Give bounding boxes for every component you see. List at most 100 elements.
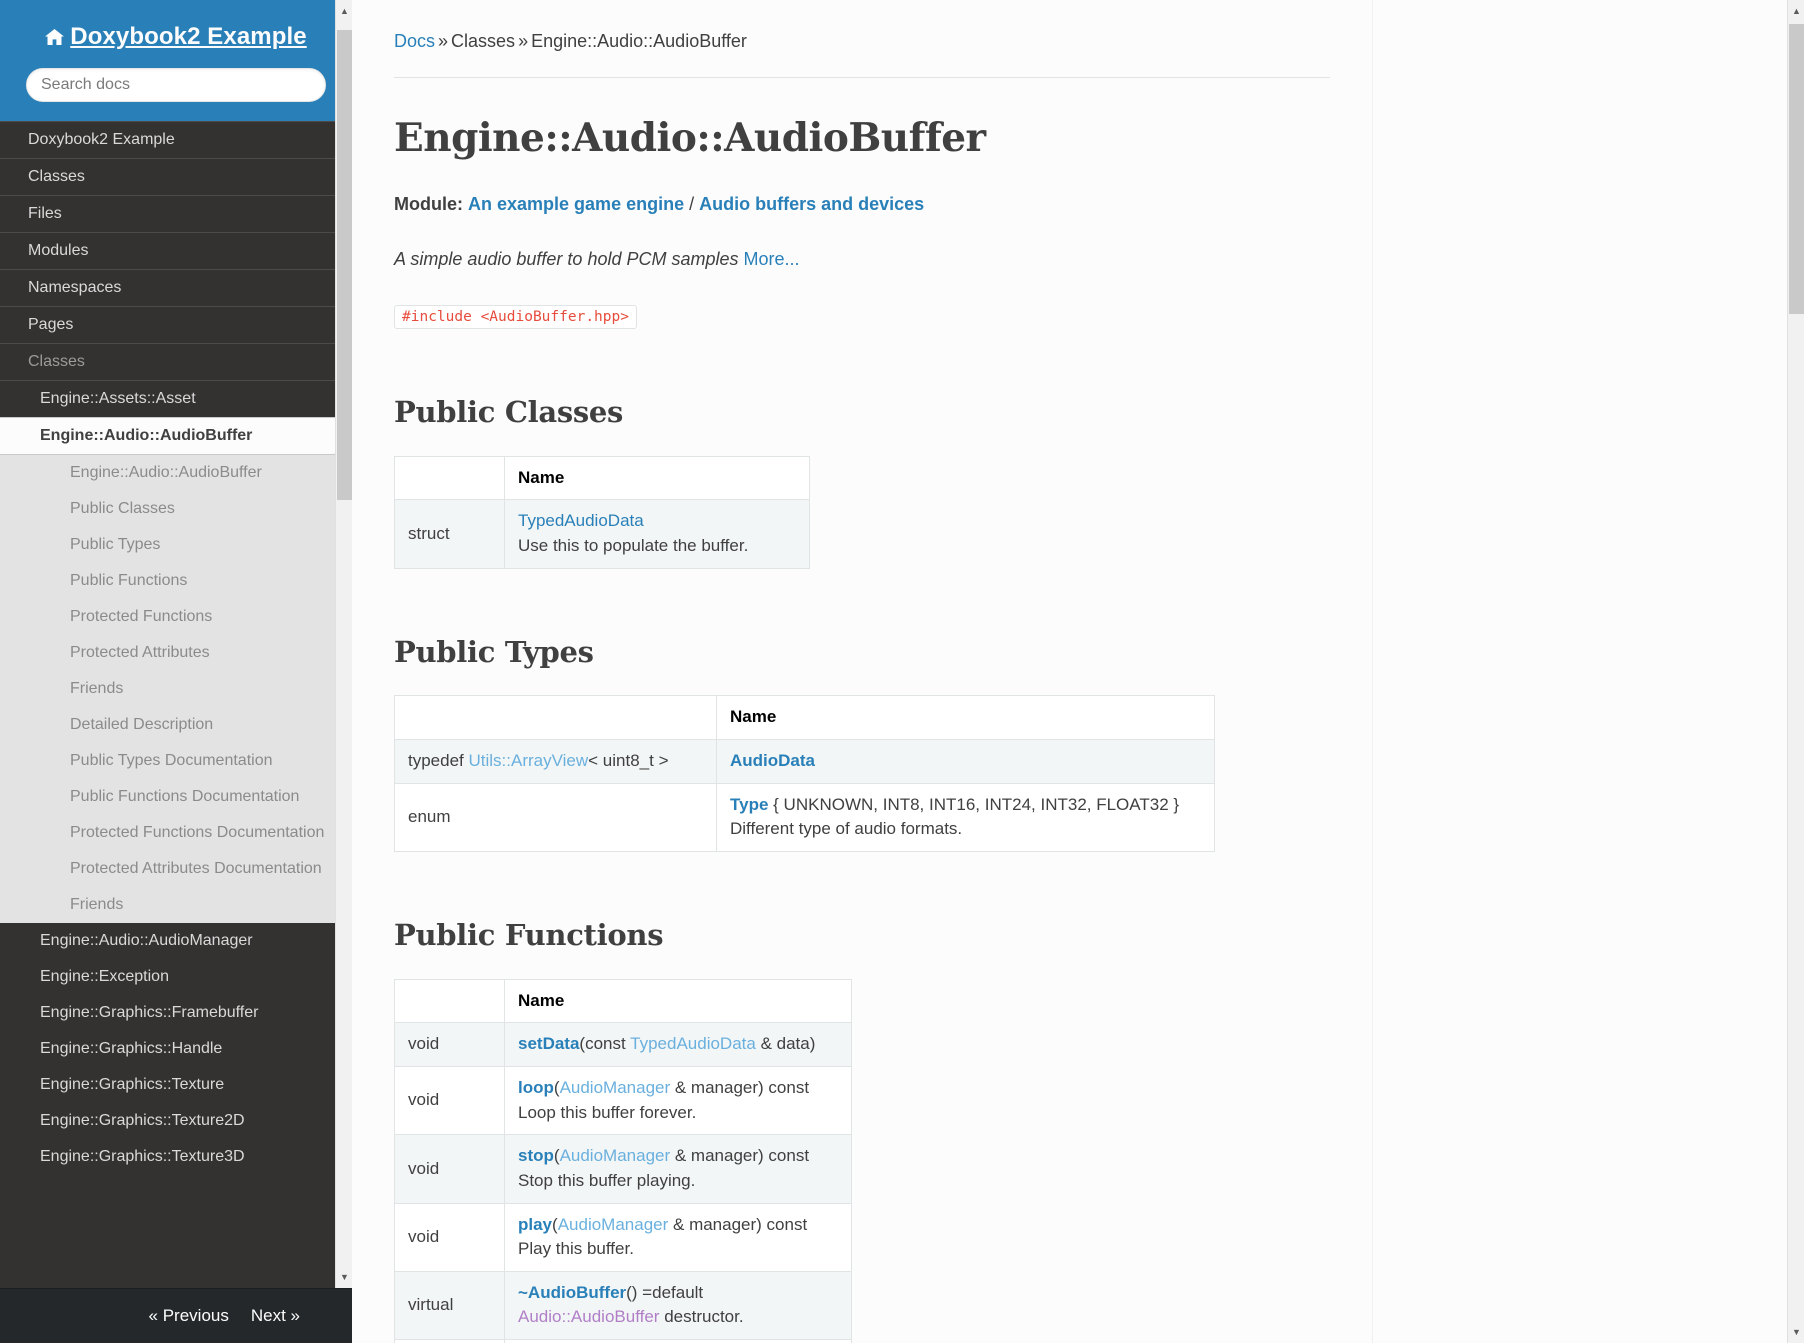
sidebar-link[interactable]: Namespaces bbox=[0, 269, 352, 308]
sidebar-subitem-public-types-documentation[interactable]: Public Types Documentation bbox=[0, 743, 352, 779]
function-link-play[interactable]: play bbox=[518, 1215, 552, 1234]
param-link-audiomanager[interactable]: AudioManager bbox=[560, 1078, 671, 1097]
breadcrumb-home-link[interactable]: Docs bbox=[394, 31, 435, 51]
sidebar-item-modules[interactable]: Modules bbox=[0, 232, 352, 271]
sidebar-sublink[interactable]: Detailed Description bbox=[0, 707, 352, 743]
page-scroll-up-icon[interactable]: ▲ bbox=[1788, 0, 1804, 22]
column-header-name: Name bbox=[504, 455, 810, 501]
sidebar-item-engine-exception[interactable]: Engine::Exception bbox=[0, 959, 352, 995]
sidebar-item-classes[interactable]: Classes bbox=[0, 158, 352, 197]
sidebar-subitem-public-types[interactable]: Public Types bbox=[0, 527, 352, 563]
sidebar-sublink[interactable]: Protected Attributes Documentation bbox=[0, 851, 352, 887]
sidebar-item-engine-assets-asset[interactable]: Engine::Assets::Asset bbox=[0, 381, 352, 417]
sidebar-link[interactable]: Classes bbox=[0, 158, 352, 197]
page-scrollbar[interactable]: ▲ ▼ bbox=[1787, 0, 1804, 1343]
sidebar-item-engine-graphics-framebuffer[interactable]: Engine::Graphics::Framebuffer bbox=[0, 995, 352, 1031]
function-link-setdata[interactable]: setData bbox=[518, 1034, 579, 1053]
sidebar-link[interactable]: Engine::Assets::Asset bbox=[0, 381, 352, 417]
sidebar-link[interactable]: Engine::Graphics::Texture3D bbox=[0, 1139, 352, 1175]
cell-name: Type { UNKNOWN, INT8, INT16, INT24, INT3… bbox=[716, 782, 1215, 852]
sidebar-scrollbar-thumb[interactable] bbox=[337, 30, 352, 500]
table-row: AudioBuffer(const std::string & filename… bbox=[394, 1339, 852, 1343]
more-link[interactable]: More... bbox=[744, 249, 800, 269]
column-header-name: Name bbox=[504, 978, 852, 1024]
sidebar-sublink[interactable]: Protected Functions Documentation bbox=[0, 815, 352, 851]
sidebar-item-engine-graphics-texture3d[interactable]: Engine::Graphics::Texture3D bbox=[0, 1139, 352, 1175]
sidebar-link[interactable]: Engine::Graphics::Texture2D bbox=[0, 1103, 352, 1139]
sidebar-item-files[interactable]: Files bbox=[0, 195, 352, 234]
cell-name: TypedAudioData Use this to populate the … bbox=[504, 499, 810, 569]
param-link-audiomanager[interactable]: AudioManager bbox=[558, 1215, 669, 1234]
documentation-page: Doxybook2 Example Doxybook2 Example Clas… bbox=[0, 0, 1804, 1343]
type-link-audiodata[interactable]: AudioData bbox=[730, 751, 815, 770]
module-link-engine[interactable]: An example game engine bbox=[468, 194, 684, 214]
sidebar-subitem-protected-functions[interactable]: Protected Functions bbox=[0, 599, 352, 635]
class-link-typedaudiodata[interactable]: TypedAudioData bbox=[518, 511, 644, 530]
section-heading-public-classes: Public Classes bbox=[394, 394, 624, 429]
sidebar-subitem-detailed-description[interactable]: Detailed Description bbox=[0, 707, 352, 743]
previous-page-link[interactable]: « Previous bbox=[149, 1306, 229, 1326]
sidebar-item-engine-graphics-handle[interactable]: Engine::Graphics::Handle bbox=[0, 1031, 352, 1067]
sidebar-subitem-public-functions-documentation[interactable]: Public Functions Documentation bbox=[0, 779, 352, 815]
param-link-typedaudiodata[interactable]: TypedAudioData bbox=[630, 1034, 756, 1053]
sidebar-item-namespaces[interactable]: Namespaces bbox=[0, 269, 352, 308]
function-link-stop[interactable]: stop bbox=[518, 1146, 554, 1165]
sidebar-link[interactable]: Doxybook2 Example bbox=[0, 121, 352, 160]
type-link-type[interactable]: Type bbox=[730, 795, 768, 814]
sidebar-item-engine-graphics-texture2d[interactable]: Engine::Graphics::Texture2D bbox=[0, 1103, 352, 1139]
sidebar-subitem-protected-attributes-documentation[interactable]: Protected Attributes Documentation bbox=[0, 851, 352, 887]
sidebar-sublink[interactable]: Public Types bbox=[0, 527, 352, 563]
type-link-utils-arrayview[interactable]: Utils::ArrayView bbox=[469, 751, 589, 770]
sidebar-sublink[interactable]: Public Types Documentation bbox=[0, 743, 352, 779]
sidebar-link[interactable]: Engine::Exception bbox=[0, 959, 352, 995]
sidebar-subitem-friends[interactable]: Friends bbox=[0, 671, 352, 707]
page-scrollbar-thumb[interactable] bbox=[1789, 24, 1804, 314]
description-link-audio-audiobuffer[interactable]: Audio::AudioBuffer bbox=[518, 1307, 659, 1326]
sidebar-link[interactable]: Files bbox=[0, 195, 352, 234]
sidebar-subitem-public-functions[interactable]: Public Functions bbox=[0, 563, 352, 599]
function-link-loop[interactable]: loop bbox=[518, 1078, 554, 1097]
sidebar-sublink[interactable]: Public Functions bbox=[0, 563, 352, 599]
sidebar-subitem-public-classes[interactable]: Public Classes bbox=[0, 491, 352, 527]
page-scroll-down-icon[interactable]: ▼ bbox=[1788, 1321, 1804, 1343]
cell-description: Different type of audio formats. bbox=[730, 819, 963, 839]
sidebar-link[interactable]: Engine::Audio::AudioManager bbox=[0, 923, 352, 959]
sidebar-sublink[interactable]: Friends bbox=[0, 671, 352, 707]
sidebar-subitem-protected-attributes[interactable]: Protected Attributes bbox=[0, 635, 352, 671]
function-link-destructor[interactable]: ~AudioBuffer bbox=[518, 1283, 626, 1302]
section-heading-public-functions: Public Functions bbox=[394, 917, 664, 952]
search-input[interactable] bbox=[26, 68, 326, 103]
sidebar-item-doxybook2-example[interactable]: Doxybook2 Example bbox=[0, 121, 352, 160]
sidebar-sublink[interactable]: Friends bbox=[0, 887, 352, 923]
cell-name: loop(AudioManager & manager) const Loop … bbox=[504, 1065, 852, 1136]
sidebar-link[interactable]: Modules bbox=[0, 232, 352, 271]
sidebar-item-pages[interactable]: Pages bbox=[0, 306, 352, 345]
sidebar-subitem-friends-2[interactable]: Friends bbox=[0, 887, 352, 923]
sidebar-brand-link[interactable]: Doxybook2 Example bbox=[18, 18, 334, 52]
sidebar-sublink[interactable]: Protected Functions bbox=[0, 599, 352, 635]
sidebar-header: Doxybook2 Example bbox=[0, 0, 352, 123]
sidebar-sub-nav: Engine::Audio::AudioBuffer Public Classe… bbox=[0, 455, 352, 924]
sidebar-item-engine-audio-audiobuffer[interactable]: Engine::Audio::AudioBuffer Engine::Audio… bbox=[0, 417, 352, 924]
sidebar-sublink[interactable]: Protected Attributes bbox=[0, 635, 352, 671]
next-page-link[interactable]: Next » bbox=[251, 1306, 300, 1326]
sidebar-link-current[interactable]: Engine::Audio::AudioBuffer bbox=[0, 417, 352, 456]
sidebar-link[interactable]: Pages bbox=[0, 306, 352, 345]
sidebar-scrollbar[interactable]: ▲ ▼ bbox=[335, 0, 352, 1288]
scroll-up-icon[interactable]: ▲ bbox=[336, 0, 352, 22]
param-link-audiomanager[interactable]: AudioManager bbox=[560, 1146, 671, 1165]
sidebar-sublink[interactable]: Engine::Audio::AudioBuffer bbox=[0, 455, 352, 491]
sidebar-sublink[interactable]: Public Classes bbox=[0, 491, 352, 527]
sidebar-subitem-engine-audio-audiobuffer[interactable]: Engine::Audio::AudioBuffer bbox=[0, 455, 352, 491]
module-link-audio[interactable]: Audio buffers and devices bbox=[699, 194, 924, 214]
scroll-down-icon[interactable]: ▼ bbox=[336, 1266, 352, 1288]
sidebar-subitem-protected-functions-documentation[interactable]: Protected Functions Documentation bbox=[0, 815, 352, 851]
sidebar-item-engine-graphics-texture[interactable]: Engine::Graphics::Texture bbox=[0, 1067, 352, 1103]
type-prefix: typedef bbox=[408, 751, 464, 770]
sidebar-link[interactable]: Engine::Graphics::Texture bbox=[0, 1067, 352, 1103]
sidebar-link[interactable]: Engine::Graphics::Framebuffer bbox=[0, 995, 352, 1031]
sidebar-footer-nav: « Previous Next » bbox=[0, 1288, 352, 1343]
sidebar-link[interactable]: Engine::Graphics::Handle bbox=[0, 1031, 352, 1067]
sidebar-sublink[interactable]: Public Functions Documentation bbox=[0, 779, 352, 815]
sidebar-item-engine-audio-audiomanager[interactable]: Engine::Audio::AudioManager bbox=[0, 923, 352, 959]
